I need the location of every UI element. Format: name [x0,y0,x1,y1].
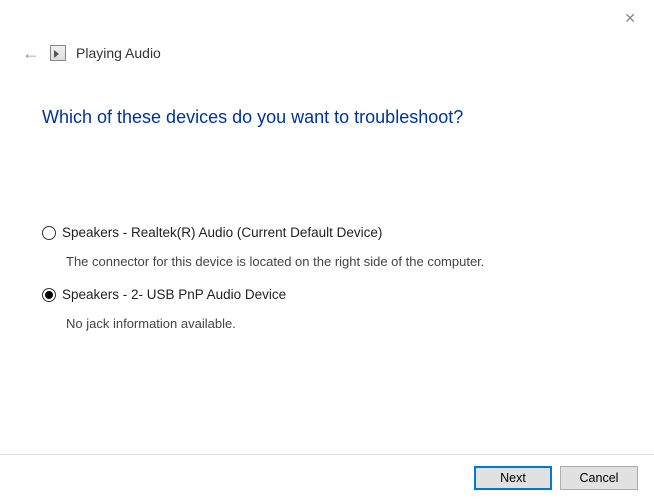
next-button[interactable]: Next [474,466,552,490]
wizard-title: Playing Audio [76,45,161,61]
device-option[interactable]: Speakers - 2- USB PnP Audio Device No ja… [42,287,624,331]
page-title: Which of these devices do you want to tr… [42,107,463,128]
radio-icon[interactable] [42,288,56,302]
back-arrow-icon[interactable]: ← [22,44,40,62]
close-icon[interactable]: ✕ [624,10,636,27]
device-option-label: Speakers - 2- USB PnP Audio Device [62,287,286,302]
audio-icon [50,45,66,61]
device-option-description: The connector for this device is located… [66,254,624,269]
wizard-footer: Next Cancel [0,454,654,500]
device-option[interactable]: Speakers - Realtek(R) Audio (Current Def… [42,225,624,269]
device-option-label: Speakers - Realtek(R) Audio (Current Def… [62,225,382,240]
radio-icon[interactable] [42,226,56,240]
device-options: Speakers - Realtek(R) Audio (Current Def… [42,225,624,349]
cancel-button[interactable]: Cancel [560,466,638,490]
wizard-header: ← Playing Audio [22,44,161,62]
device-option-description: No jack information available. [66,316,624,331]
